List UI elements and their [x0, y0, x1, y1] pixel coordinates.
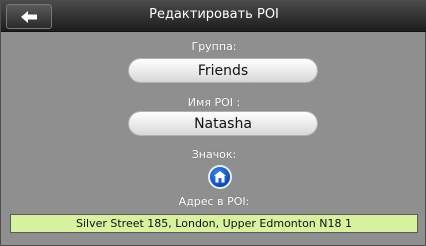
poi-icon-button[interactable]	[208, 165, 232, 189]
page-title: Редактировать POI	[149, 7, 279, 22]
poi-name-field[interactable]: Natasha	[128, 111, 318, 136]
address-field[interactable]: Silver Street 185, London, Upper Edmonto…	[10, 214, 418, 233]
edit-poi-screen: Редактировать POI Группа: Friends Имя PO…	[0, 0, 426, 246]
group-field[interactable]: Friends	[128, 58, 318, 83]
poi-name-label: Имя POI :	[187, 96, 241, 109]
title-bar: Редактировать POI	[1, 1, 426, 32]
icon-label: Значок:	[191, 148, 237, 161]
back-button[interactable]	[6, 4, 52, 29]
house-icon	[214, 171, 226, 183]
address-label: Адрес в POI:	[178, 195, 250, 208]
arrow-left-icon	[21, 10, 37, 23]
group-label: Группа:	[191, 40, 237, 53]
